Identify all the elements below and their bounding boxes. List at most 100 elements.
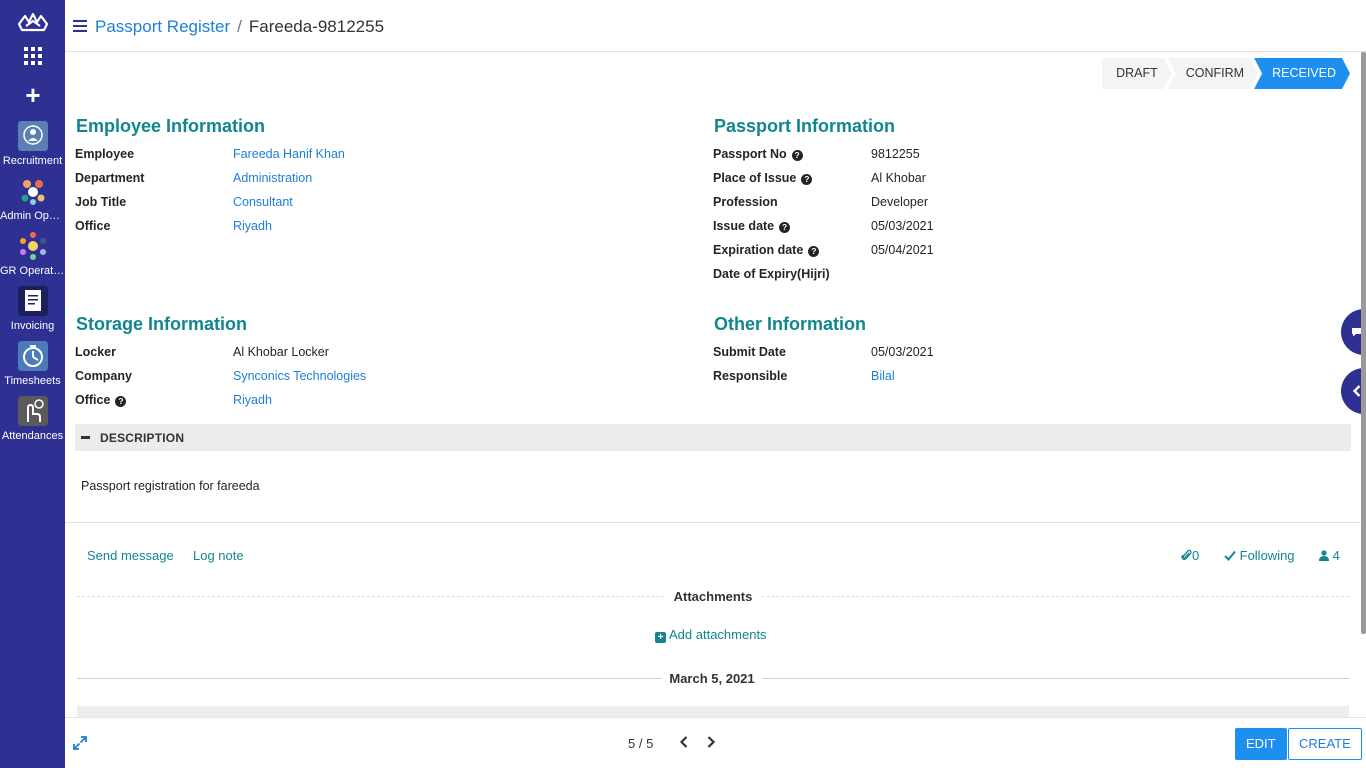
date-of-expiry-hijri-label: Date of Expiry(Hijri): [713, 267, 830, 281]
storage-information-title: Storage Information: [76, 314, 248, 334]
followers-count: 4: [1332, 548, 1340, 563]
employee-value-link[interactable]: Fareeda Hanif Khan: [233, 147, 345, 161]
gr-operations-icon: [19, 232, 46, 260]
job-title-label: Job Title: [75, 195, 127, 209]
issue-date-label-text: Issue date: [713, 219, 775, 233]
company-label: Company: [75, 369, 132, 383]
issue-date-label: Issue date?: [713, 219, 791, 233]
passport-information-title: Passport Information: [714, 116, 896, 136]
following-label: Following: [1239, 548, 1295, 563]
passport-no-label-text: Passport No: [713, 147, 787, 161]
breadcrumb-current-record: Fareeda-9812255: [248, 17, 385, 36]
check-icon: [1224, 550, 1236, 561]
place-of-issue-label: Place of Issue?: [713, 171, 813, 185]
edit-button[interactable]: EDIT: [1235, 728, 1287, 760]
sidebar-app-gr-operations[interactable]: GR Operations: [0, 231, 65, 277]
description-text: Passport registration for fareeda: [81, 479, 260, 493]
control-panel: Passport Register / Fareeda-9812255: [65, 0, 1366, 52]
add-attachments-label: Add attachments: [669, 627, 767, 642]
sidebar-app-label: Recruitment: [2, 155, 63, 167]
office-label: Office: [75, 219, 111, 233]
expand-icon[interactable]: [73, 736, 87, 750]
help-icon[interactable]: ?: [779, 222, 791, 233]
place-of-issue-value: Al Khobar: [871, 171, 926, 185]
plus-square-icon: +: [655, 632, 666, 643]
pager-previous-icon[interactable]: [678, 735, 690, 749]
help-icon[interactable]: ?: [808, 246, 820, 257]
status-stage-received[interactable]: RECEIVED: [1254, 58, 1350, 89]
timesheets-icon: [17, 341, 48, 371]
place-of-issue-label-text: Place of Issue: [713, 171, 797, 185]
pager-value[interactable]: 5 / 5: [628, 736, 653, 751]
attendances-icon: [17, 396, 48, 426]
breadcrumb: Passport Register / Fareeda-9812255: [95, 17, 384, 37]
sidebar-app-admin-operations[interactable]: Admin Operations: [0, 176, 65, 222]
following-button[interactable]: Following: [1224, 548, 1295, 563]
company-value-link[interactable]: Synconics Technologies: [233, 369, 366, 383]
department-value-link[interactable]: Administration: [233, 171, 312, 185]
sidebar-app-timesheets[interactable]: Timesheets: [0, 341, 65, 387]
sidebar-app-attendances[interactable]: Attendances: [0, 396, 65, 442]
app-sidebar: + Recruitment Admin Operations GR Operat…: [0, 0, 65, 768]
invoicing-icon: [17, 286, 48, 316]
breadcrumb-separator: /: [237, 17, 242, 36]
collapse-minus-icon: [81, 436, 90, 439]
status-stage-confirm[interactable]: CONFIRM: [1168, 58, 1258, 89]
responsible-value-link[interactable]: Bilal: [871, 369, 895, 383]
submit-date-label: Submit Date: [713, 345, 786, 359]
send-message-button[interactable]: Send message: [87, 548, 174, 563]
sidebar-app-invoicing[interactable]: Invoicing: [0, 286, 65, 332]
admin-operations-icon: [21, 180, 44, 205]
description-label: DESCRIPTION: [100, 431, 185, 445]
expiration-date-value: 05/04/2021: [871, 243, 934, 257]
description-toggle[interactable]: DESCRIPTION: [75, 424, 1351, 451]
storage-office-label-text: Office: [75, 393, 111, 407]
bottom-action-bar: 5 / 5 EDIT CREATE: [65, 717, 1366, 768]
recruitment-icon: [17, 121, 48, 151]
add-attachments-button[interactable]: + Add attachments: [655, 627, 767, 643]
breadcrumb-passport-register-link[interactable]: Passport Register: [95, 17, 230, 36]
help-icon[interactable]: ?: [791, 150, 803, 161]
help-icon[interactable]: ?: [801, 174, 813, 185]
status-bar: DRAFT CONFIRM RECEIVED: [1102, 58, 1350, 89]
passport-no-value: 9812255: [871, 147, 920, 161]
help-icon[interactable]: ?: [115, 396, 127, 407]
company-logo-icon[interactable]: [17, 10, 49, 34]
sidebar-app-label: GR Operations: [0, 265, 65, 277]
employee-information-title: Employee Information: [76, 116, 266, 136]
job-title-value-link[interactable]: Consultant: [233, 195, 293, 209]
office-value-link[interactable]: Riyadh: [233, 219, 272, 233]
pager-next-icon[interactable]: [705, 735, 717, 749]
locker-value: Al Khobar Locker: [233, 345, 329, 359]
sidebar-app-recruitment[interactable]: Recruitment: [0, 121, 65, 167]
sidebar-app-label: Attendances: [1, 430, 64, 442]
status-stage-draft[interactable]: DRAFT: [1102, 58, 1172, 89]
locker-label: Locker: [75, 345, 116, 359]
storage-office-label: Office?: [75, 393, 127, 407]
sidebar-app-label: Invoicing: [10, 320, 55, 332]
profession-label: Profession: [713, 195, 778, 209]
other-information-title: Other Information: [714, 314, 866, 334]
user-icon: [1319, 550, 1329, 561]
create-button[interactable]: CREATE: [1288, 728, 1362, 760]
attachments-title: Attachments: [664, 589, 762, 604]
page-scrollbar[interactable]: [1361, 52, 1366, 634]
sidebar-app-label: Timesheets: [4, 375, 61, 387]
profession-value: Developer: [871, 195, 928, 209]
employee-label: Employee: [75, 147, 135, 161]
menu-hamburger-icon[interactable]: [73, 20, 87, 32]
attachment-count-button[interactable]: 0: [1181, 548, 1199, 563]
expiration-date-label: Expiration date?: [713, 243, 820, 257]
followers-button[interactable]: 4: [1319, 548, 1340, 563]
submit-date-value: 05/03/2021: [871, 345, 934, 359]
apps-menu-icon[interactable]: [23, 46, 43, 66]
sidebar-app-label: Admin Operations: [0, 210, 65, 222]
expiration-date-label-text: Expiration date: [713, 243, 804, 257]
passport-no-label: Passport No?: [713, 147, 803, 161]
attachment-count: 0: [1192, 548, 1200, 563]
storage-office-value-link[interactable]: Riyadh: [233, 393, 272, 407]
department-label: Department: [75, 171, 145, 185]
log-note-button[interactable]: Log note: [193, 548, 244, 563]
quick-create-plus-icon[interactable]: +: [22, 82, 44, 108]
message-date-separator: March 5, 2021: [662, 671, 762, 686]
